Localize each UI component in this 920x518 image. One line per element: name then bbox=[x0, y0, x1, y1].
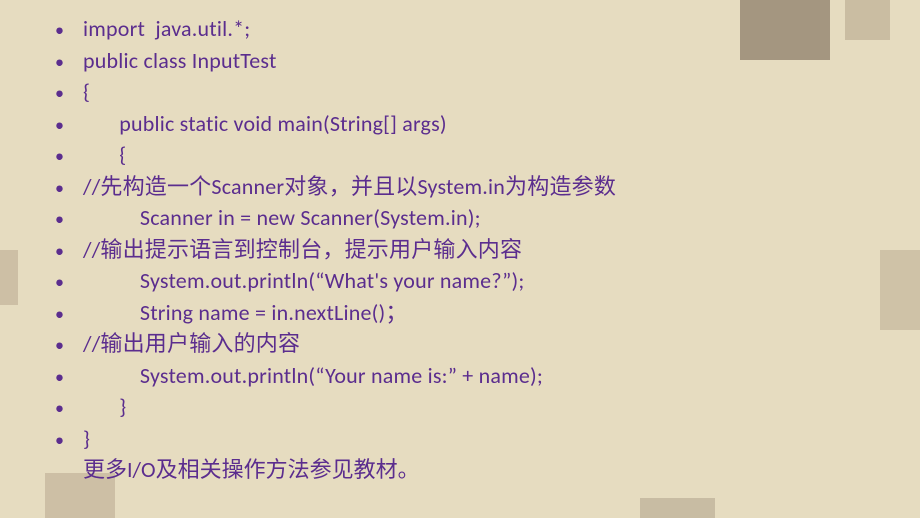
code-line: •} bbox=[55, 424, 865, 456]
code-line: •//输出提示语言到控制台，提示用户输入内容 bbox=[55, 235, 865, 267]
bullet-icon: • bbox=[55, 204, 83, 235]
code-text: import java.util.*; bbox=[83, 14, 250, 45]
code-text: public static void main(String[] args) bbox=[83, 109, 447, 140]
code-line: •import java.util.*; bbox=[55, 14, 865, 46]
bullet-icon: • bbox=[55, 78, 83, 109]
code-text: System.out.println(“What's your name?”); bbox=[83, 266, 524, 297]
slide-content: •import java.util.*; •public class Input… bbox=[0, 0, 920, 495]
footer-text: 更多I/O及相关操作方法参见教材。 bbox=[55, 455, 865, 485]
code-line: • String name = in.nextLine()； bbox=[55, 298, 865, 330]
code-text: { bbox=[83, 77, 90, 108]
decor-square-bottom-right bbox=[640, 498, 715, 518]
bullet-icon: • bbox=[55, 425, 83, 456]
code-line: • public static void main(String[] args) bbox=[55, 109, 865, 141]
code-text: //先构造一个Scanner对象，并且以System.in为构造参数 bbox=[83, 172, 616, 203]
code-text: System.out.println(“Your name is:” + nam… bbox=[83, 361, 543, 392]
code-text: //输出用户输入的内容 bbox=[83, 329, 300, 360]
bullet-icon: • bbox=[55, 15, 83, 46]
code-text: } bbox=[83, 392, 126, 423]
code-line: • } bbox=[55, 392, 865, 424]
code-line: • System.out.println(“Your name is:” + n… bbox=[55, 361, 865, 393]
code-line: •public class InputTest bbox=[55, 46, 865, 78]
code-line: • { bbox=[55, 140, 865, 172]
code-text: } bbox=[83, 424, 90, 455]
code-line: •{ bbox=[55, 77, 865, 109]
code-line: •//输出用户输入的内容 bbox=[55, 329, 865, 361]
bullet-icon: • bbox=[55, 173, 83, 204]
code-text: //输出提示语言到控制台，提示用户输入内容 bbox=[83, 235, 522, 266]
bullet-icon: • bbox=[55, 299, 83, 330]
code-text: String name = in.nextLine()； bbox=[83, 298, 408, 329]
bullet-icon: • bbox=[55, 110, 83, 141]
code-line: • System.out.println(“What's your name?”… bbox=[55, 266, 865, 298]
bullet-icon: • bbox=[55, 236, 83, 267]
code-text: public class InputTest bbox=[83, 46, 277, 77]
code-line: •//先构造一个Scanner对象，并且以System.in为构造参数 bbox=[55, 172, 865, 204]
code-text: Scanner in = new Scanner(System.in); bbox=[83, 203, 481, 234]
bullet-icon: • bbox=[55, 47, 83, 78]
code-line: • Scanner in = new Scanner(System.in); bbox=[55, 203, 865, 235]
bullet-icon: • bbox=[55, 330, 83, 361]
bullet-icon: • bbox=[55, 362, 83, 393]
bullet-icon: • bbox=[55, 141, 83, 172]
bullet-icon: • bbox=[55, 267, 83, 298]
code-text: { bbox=[83, 140, 126, 171]
bullet-icon: • bbox=[55, 393, 83, 424]
